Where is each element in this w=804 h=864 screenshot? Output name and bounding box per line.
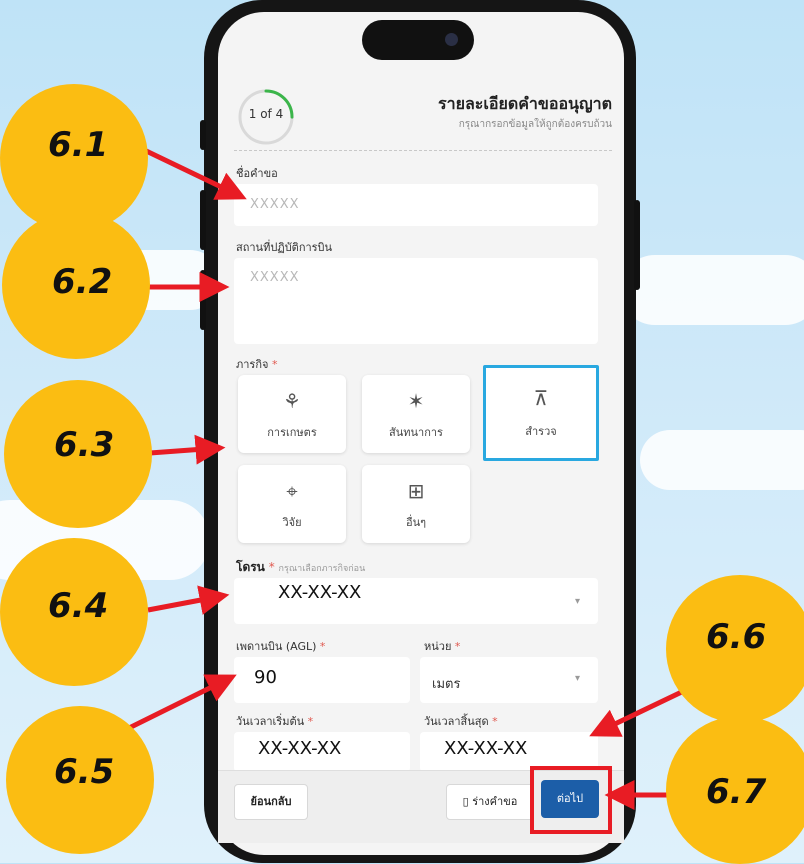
arrow-6-3: [149, 434, 226, 465]
arrow-6-6: [589, 685, 692, 737]
arrow-6-5: [123, 674, 237, 733]
arrow-6-1: [138, 145, 247, 200]
callout-label: 6.1: [48, 125, 109, 165]
callout-label: 6.6: [706, 617, 767, 657]
callout-label: 6.2: [52, 262, 113, 302]
callout-label: 6.3: [54, 425, 115, 465]
callout-label: 6.7: [706, 772, 767, 812]
callout-label: 6.5: [54, 752, 115, 792]
arrow-6-4: [147, 585, 230, 615]
callout-label: 6.4: [48, 586, 109, 626]
